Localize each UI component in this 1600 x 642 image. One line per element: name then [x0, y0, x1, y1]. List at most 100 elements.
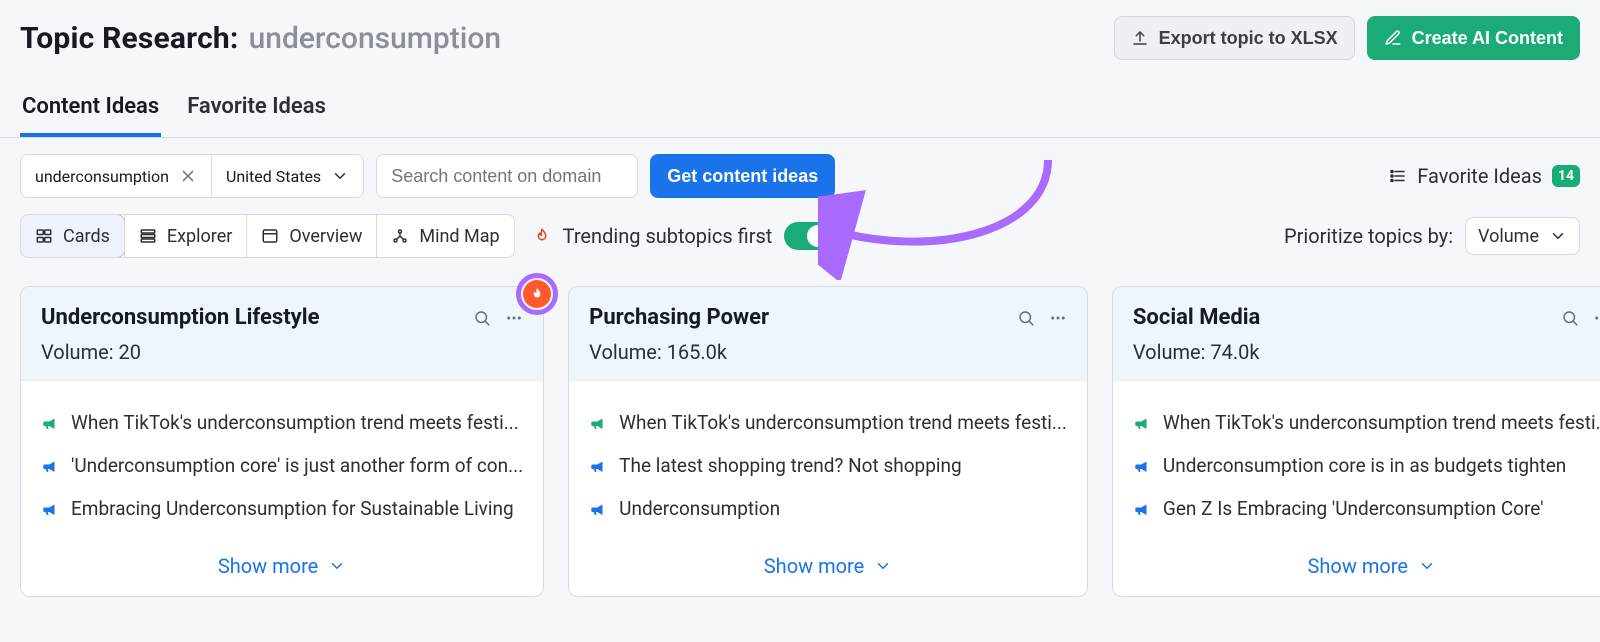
topic-chip-label: underconsumption	[35, 167, 169, 186]
favorite-ideas-link-label: Favorite Ideas	[1417, 164, 1542, 188]
list-item-text: When TikTok's underconsumption trend mee…	[619, 411, 1067, 434]
export-xlsx-label: Export topic to XLSX	[1159, 28, 1338, 49]
list-item-text: Underconsumption core is in as budgets t…	[1163, 454, 1566, 477]
card-volume-value: 20	[119, 340, 141, 364]
show-more-label: Show more	[218, 554, 318, 578]
list-item-text: When TikTok's underconsumption trend mee…	[1163, 411, 1600, 434]
list-item-text: Gen Z Is Embracing 'Underconsumption Cor…	[1163, 497, 1544, 520]
more-icon[interactable]	[1049, 309, 1067, 327]
view-mindmap[interactable]: Mind Map	[376, 215, 513, 257]
list-item-text: The latest shopping trend? Not shopping	[619, 454, 962, 477]
show-more-button[interactable]: Show more	[1113, 540, 1600, 596]
list-item[interactable]: When TikTok's underconsumption trend mee…	[589, 401, 1067, 444]
show-more-label: Show more	[764, 554, 864, 578]
show-more-button[interactable]: Show more	[21, 540, 543, 596]
topic-card: Purchasing Power Volume: 165.0k Whe	[568, 286, 1088, 597]
card-volume-value: 74.0k	[1210, 340, 1259, 364]
view-explorer[interactable]: Explorer	[124, 215, 247, 257]
search-icon[interactable]	[1017, 309, 1035, 327]
card-volume-label: Volume:	[589, 340, 667, 364]
show-more-label: Show more	[1308, 554, 1408, 578]
get-content-ideas-label: Get content ideas	[667, 166, 818, 187]
explorer-icon	[139, 227, 157, 245]
trending-toggle[interactable]	[784, 222, 832, 250]
card-title: Purchasing Power	[589, 305, 769, 330]
page-title: Topic Research:	[20, 21, 239, 56]
view-mindmap-label: Mind Map	[419, 226, 499, 247]
list-item[interactable]: Embracing Underconsumption for Sustainab…	[41, 487, 523, 530]
list-icon	[1389, 167, 1407, 185]
page-topic: underconsumption	[249, 21, 502, 56]
card-volume-label: Volume:	[41, 340, 119, 364]
close-icon[interactable]	[179, 167, 197, 185]
bullhorn-icon	[1133, 500, 1151, 518]
topic-card: Social Media Volume: 74.0k When Tik	[1112, 286, 1600, 597]
card-volume: Volume: 165.0k	[589, 340, 1067, 364]
toggle-knob	[807, 225, 829, 247]
bullhorn-icon	[41, 500, 59, 518]
card-title-row: Underconsumption Lifestyle	[41, 305, 523, 330]
tab-content-ideas[interactable]: Content Ideas	[20, 84, 161, 137]
bullhorn-icon	[589, 457, 607, 475]
view-cards-label: Cards	[63, 226, 110, 247]
header-actions: Export topic to XLSX Create AI Content	[1114, 16, 1580, 60]
bullhorn-icon	[41, 414, 59, 432]
card-volume: Volume: 74.0k	[1133, 340, 1600, 364]
trending-label: Trending subtopics first	[563, 224, 773, 248]
bullhorn-icon	[1133, 457, 1151, 475]
tab-favorite-ideas[interactable]: Favorite Ideas	[185, 84, 328, 137]
country-value: United States	[226, 167, 321, 186]
card-header: Purchasing Power Volume: 165.0k	[569, 287, 1087, 381]
prioritize-select[interactable]: Volume	[1465, 217, 1580, 255]
card-title-row: Social Media	[1133, 305, 1600, 330]
overview-icon	[261, 227, 279, 245]
chevron-down-icon	[1549, 227, 1567, 245]
cards-grid: Underconsumption Lifestyle Volume: 20	[0, 274, 1600, 621]
list-item[interactable]: Gen Z Is Embracing 'Underconsumption Cor…	[1133, 487, 1600, 530]
bullhorn-icon	[589, 414, 607, 432]
favorite-ideas-link[interactable]: Favorite Ideas 14	[1417, 164, 1580, 188]
card-actions	[1561, 309, 1600, 327]
fire-badge	[516, 273, 558, 315]
view-overview-label: Overview	[289, 226, 362, 247]
topic-card: Underconsumption Lifestyle Volume: 20	[20, 286, 544, 597]
bullhorn-icon	[589, 500, 607, 518]
view-cards[interactable]: Cards	[20, 214, 125, 258]
bullhorn-icon	[41, 457, 59, 475]
list-item[interactable]: 'Underconsumption core' is just another …	[41, 444, 523, 487]
search-domain-input[interactable]	[376, 154, 638, 198]
more-icon[interactable]	[1593, 309, 1600, 327]
more-icon[interactable]	[505, 309, 523, 327]
card-title: Social Media	[1133, 305, 1260, 330]
cards-icon	[35, 227, 53, 245]
search-icon[interactable]	[473, 309, 491, 327]
search-icon[interactable]	[1561, 309, 1579, 327]
create-ai-content-button[interactable]: Create AI Content	[1367, 16, 1580, 60]
topic-chip[interactable]: underconsumption	[21, 155, 211, 197]
card-actions	[473, 309, 523, 327]
chevron-down-icon	[874, 557, 892, 575]
controls-right: Favorite Ideas 14	[1389, 164, 1580, 188]
card-body: When TikTok's underconsumption trend mee…	[569, 381, 1087, 540]
prioritize-value: Volume	[1478, 226, 1539, 247]
export-xlsx-button[interactable]: Export topic to XLSX	[1114, 16, 1355, 60]
view-switcher: Cards Explorer Overview Mind Map	[20, 214, 515, 258]
view-overview[interactable]: Overview	[246, 215, 376, 257]
list-item-text: Embracing Underconsumption for Sustainab…	[71, 497, 514, 520]
card-volume-value: 165.0k	[667, 340, 727, 364]
create-ai-content-label: Create AI Content	[1412, 28, 1563, 49]
show-more-button[interactable]: Show more	[569, 540, 1087, 596]
list-item[interactable]: The latest shopping trend? Not shopping	[589, 444, 1067, 487]
fire-icon	[533, 227, 551, 245]
list-item-text: When TikTok's underconsumption trend mee…	[71, 411, 519, 434]
chevron-down-icon	[328, 557, 346, 575]
list-item[interactable]: When TikTok's underconsumption trend mee…	[1133, 401, 1600, 444]
card-volume-label: Volume:	[1133, 340, 1211, 364]
prioritize-wrap: Prioritize topics by: Volume	[1284, 217, 1580, 255]
get-content-ideas-button[interactable]: Get content ideas	[650, 154, 835, 198]
list-item[interactable]: Underconsumption	[589, 487, 1067, 530]
list-item[interactable]: Underconsumption core is in as budgets t…	[1133, 444, 1600, 487]
country-select[interactable]: United States	[212, 155, 363, 197]
card-header: Underconsumption Lifestyle Volume: 20	[21, 287, 543, 381]
list-item[interactable]: When TikTok's underconsumption trend mee…	[41, 401, 523, 444]
